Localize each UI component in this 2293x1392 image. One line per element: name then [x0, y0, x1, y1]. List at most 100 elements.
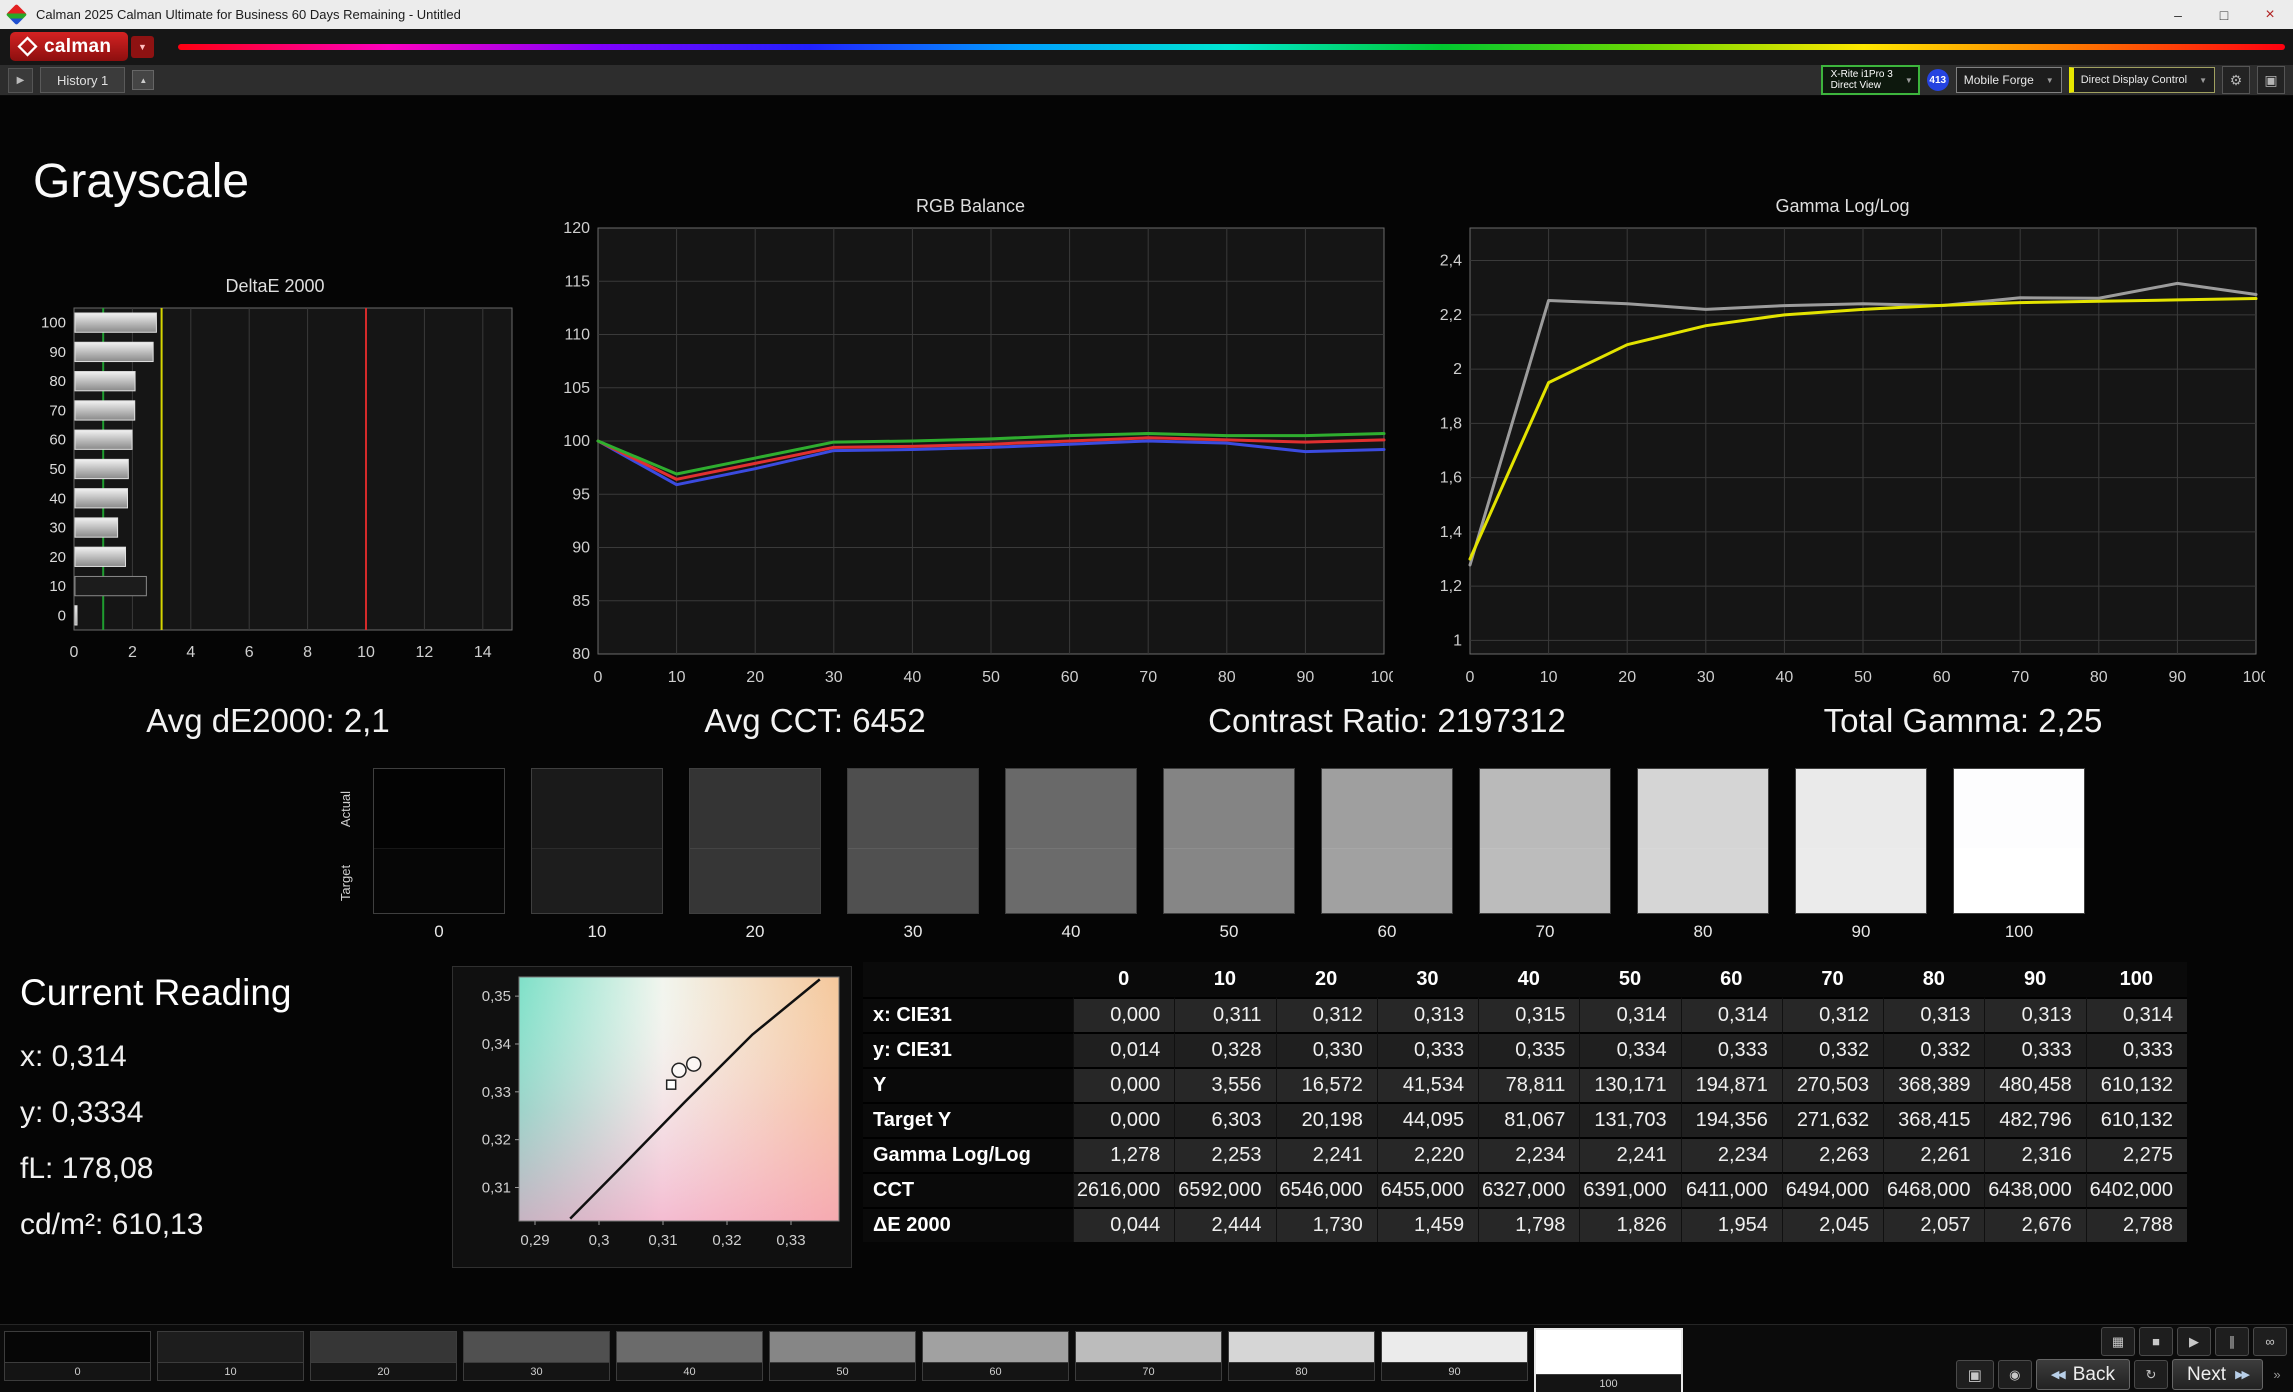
table-cell: 0,313	[1984, 997, 2086, 1032]
pattern-patch[interactable]: 90	[1381, 1331, 1528, 1381]
table-cell: 41,534	[1376, 1067, 1479, 1102]
table-column-header: 50	[1579, 962, 1681, 997]
history-panel-toggle[interactable]: ▶	[8, 67, 33, 93]
rgb-chart-title: RGB Balance	[915, 196, 1026, 216]
svg-text:0: 0	[58, 607, 66, 624]
table-cell: 0,014	[1073, 1032, 1175, 1067]
pattern-patch[interactable]: 10	[157, 1331, 304, 1381]
table-cell: 6455,000	[1376, 1172, 1479, 1207]
continuous-measure-button[interactable]: ∞	[2253, 1327, 2287, 1356]
svg-text:0,33: 0,33	[482, 1084, 511, 1101]
meter-dropdown[interactable]: X-Rite i1Pro 3 Direct View ▼	[1820, 65, 1920, 95]
grayscale-swatch: 70	[1479, 768, 1611, 942]
next-button[interactable]: Next ▶▶	[2172, 1359, 2263, 1390]
tab-history-1[interactable]: History 1	[40, 67, 126, 93]
settings-gear-button[interactable]: ⚙	[2222, 66, 2250, 94]
table-cell: 368,389	[1883, 1067, 1985, 1102]
table-cell: 2,788	[2085, 1207, 2187, 1242]
svg-text:0: 0	[594, 669, 603, 686]
page-title: Grayscale	[33, 155, 250, 208]
pattern-patch[interactable]: 100	[1534, 1328, 1683, 1392]
stop-button[interactable]: ■	[2139, 1327, 2173, 1356]
meter-line1: X-Rite i1Pro 3	[1830, 69, 1893, 80]
pattern-source-button[interactable]: ▦	[2101, 1327, 2135, 1356]
pattern-strip: 0 10 20 30 40 50 60 70 80 90 100	[4, 1328, 1683, 1392]
brand-bar: calman ▼	[0, 29, 2293, 65]
actual-patch	[1638, 769, 1768, 849]
pattern-patch[interactable]: 60	[922, 1331, 1069, 1381]
svg-text:10: 10	[668, 669, 686, 686]
pattern-label: 30	[464, 1362, 609, 1380]
svg-text:0: 0	[1466, 669, 1475, 686]
calman-logo[interactable]: calman	[10, 32, 128, 61]
table-cell: 1,798	[1478, 1207, 1580, 1242]
grayscale-swatch: 80	[1637, 768, 1769, 942]
measurement-table: 0 10 20 30 40 50 60 70 80 90 100 x: CIE31 0,000 0,311…	[863, 962, 2187, 1242]
meter-status-badge: 413	[1926, 69, 1949, 91]
avg-de-stat: Avg dE2000: 2,1	[146, 702, 390, 739]
pattern-patch[interactable]: 20	[310, 1331, 457, 1381]
svg-text:90: 90	[49, 344, 66, 361]
svg-text:80: 80	[49, 373, 66, 390]
expand-button[interactable]: »	[2267, 1361, 2287, 1388]
pattern-patch[interactable]: 80	[1228, 1331, 1375, 1381]
pattern-label: 80	[1229, 1362, 1374, 1380]
table-cell: 0,332	[1883, 1032, 1985, 1067]
pattern-window-button[interactable]: ▣	[1955, 1360, 1994, 1389]
table-cell: 2,057	[1883, 1207, 1985, 1242]
svg-text:80: 80	[2090, 669, 2108, 686]
reading-fl: fL: 178,08	[20, 1152, 154, 1185]
display-control-dropdown[interactable]: Direct Display Control ▼	[2068, 67, 2215, 93]
table-row-label: CCT	[863, 1172, 1073, 1207]
grayscale-swatch: 30	[847, 768, 979, 942]
svg-text:70: 70	[1139, 669, 1157, 686]
svg-text:100: 100	[1371, 669, 1393, 686]
pattern-label: 40	[617, 1362, 762, 1380]
table-cell: 1,954	[1680, 1207, 1782, 1242]
pattern-label: 100	[1536, 1374, 1681, 1392]
audio-feedback-button[interactable]: ◉	[1997, 1360, 2032, 1389]
target-patch	[1164, 848, 1294, 913]
history-collapse-button[interactable]: ▲	[132, 70, 155, 90]
target-patch	[374, 848, 504, 913]
main-menu-button[interactable]: ▼	[131, 36, 154, 58]
close-button[interactable]: ×	[2247, 0, 2293, 29]
table-cell: 194,871	[1680, 1067, 1782, 1102]
svg-text:60: 60	[1061, 669, 1079, 686]
pattern-patch[interactable]: 30	[463, 1331, 610, 1381]
table-cell: 6438,000	[1984, 1172, 2086, 1207]
maximize-button[interactable]: □	[2201, 0, 2247, 29]
repeat-button[interactable]: ↻	[2134, 1360, 2168, 1389]
table-cell: 368,415	[1883, 1102, 1985, 1137]
current-reading-heading: Current Reading	[20, 972, 292, 1013]
transport-controls: ▦ ■ ▶ ∥ ∞ ▣ ◉ ◀◀ Back ↻ Next ▶▶ »	[1955, 1327, 2287, 1390]
table-cell: 6391,000	[1579, 1172, 1681, 1207]
swatch-label: 50	[1219, 922, 1239, 941]
calman-diamond-icon	[17, 36, 38, 57]
actual-patch	[690, 769, 820, 849]
table-cell: 78,811	[1478, 1067, 1580, 1102]
target-patch	[532, 848, 662, 913]
pattern-patch[interactable]: 50	[769, 1331, 916, 1381]
pause-button[interactable]: ∥	[2215, 1327, 2249, 1356]
svg-text:85: 85	[572, 593, 590, 610]
svg-text:120: 120	[563, 220, 590, 237]
minimize-button[interactable]: –	[2155, 0, 2201, 29]
play-button[interactable]: ▶	[2177, 1327, 2211, 1356]
pattern-patch[interactable]: 40	[616, 1331, 763, 1381]
workspace-layout-button[interactable]: ▣	[2257, 66, 2285, 94]
back-button[interactable]: ◀◀ Back	[2035, 1359, 2130, 1390]
svg-text:1: 1	[1453, 632, 1462, 649]
svg-text:100: 100	[41, 315, 66, 332]
svg-text:30: 30	[1697, 669, 1715, 686]
pattern-label: 60	[923, 1362, 1068, 1380]
pattern-patch[interactable]: 0	[4, 1331, 151, 1381]
pattern-color	[158, 1332, 303, 1362]
source-dropdown[interactable]: Mobile Forge ▼	[1955, 67, 2062, 93]
chevron-down-icon: ▼	[1904, 75, 1913, 85]
grayscale-swatch: 0	[373, 768, 505, 942]
table-cell: 0,000	[1073, 1102, 1175, 1137]
pattern-color	[464, 1332, 609, 1362]
target-row-label: Target	[338, 864, 353, 902]
pattern-patch[interactable]: 70	[1075, 1331, 1222, 1381]
